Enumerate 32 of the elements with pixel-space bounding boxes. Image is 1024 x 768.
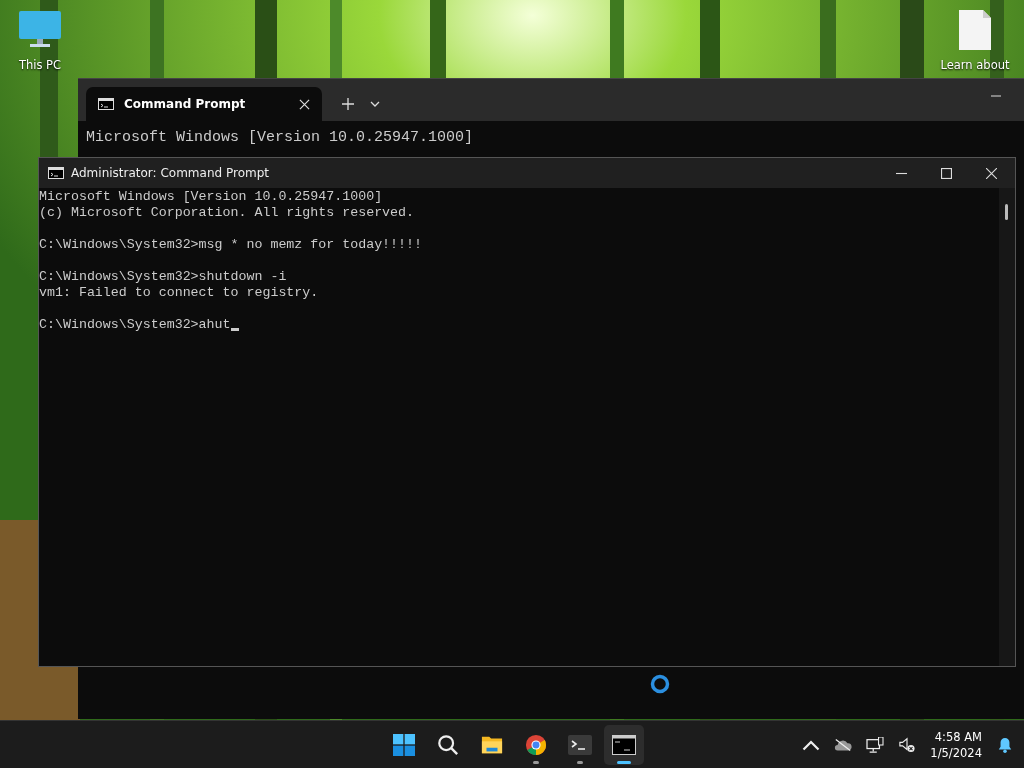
scrollbar-thumb[interactable] [1005, 204, 1008, 220]
console-line: C:\Windows\System32>msg * no memz for today!!!!! [39, 237, 423, 253]
console-line: C:\Windows\System32>shutdown -i [39, 269, 288, 285]
console-icon [48, 167, 64, 179]
console-line: vm1: Failed to connect to registry. [39, 285, 320, 301]
browser-icon [524, 733, 548, 756]
monitor-icon[interactable] [18, 10, 62, 50]
window-title: Administrator: Command Prompt [71, 166, 270, 180]
terminal-icon [568, 733, 592, 756]
console-line: Microsoft Windows [Version 10.0.25947.1000] [39, 189, 384, 205]
console-line: (c) Microsoft Corporation. All rights reserved. [39, 205, 416, 221]
close-icon[interactable] [299, 98, 310, 110]
console-icon [98, 98, 114, 110]
chevron-down-icon[interactable] [370, 101, 380, 107]
windows-logo-icon [392, 733, 416, 756]
text-cursor [230, 328, 239, 331]
maximize-icon[interactable] [941, 167, 952, 179]
cloud-off-icon[interactable] [834, 736, 853, 753]
search-icon [436, 733, 460, 756]
new-tab-icon[interactable] [342, 98, 354, 110]
desktop-icon-label[interactable]: Learn about [940, 58, 1010, 72]
clock[interactable]: 4:58 AM 1/5/2024 [930, 728, 982, 761]
console-line: Microsoft Windows [Version 10.0.25947.1000] [86, 128, 475, 147]
taskbar-button[interactable] [604, 724, 644, 765]
desktop-icon-label[interactable]: This PC [18, 58, 62, 72]
terminal-tab[interactable]: Command Prompt [86, 87, 322, 121]
network-icon[interactable] [866, 736, 885, 753]
close-icon[interactable] [986, 167, 997, 179]
console-icon [612, 733, 636, 756]
command-input[interactable]: C:\Windows\System32>ahut [39, 317, 231, 333]
speaker-muted-icon[interactable] [898, 736, 917, 753]
bell-icon[interactable] [996, 736, 1014, 753]
